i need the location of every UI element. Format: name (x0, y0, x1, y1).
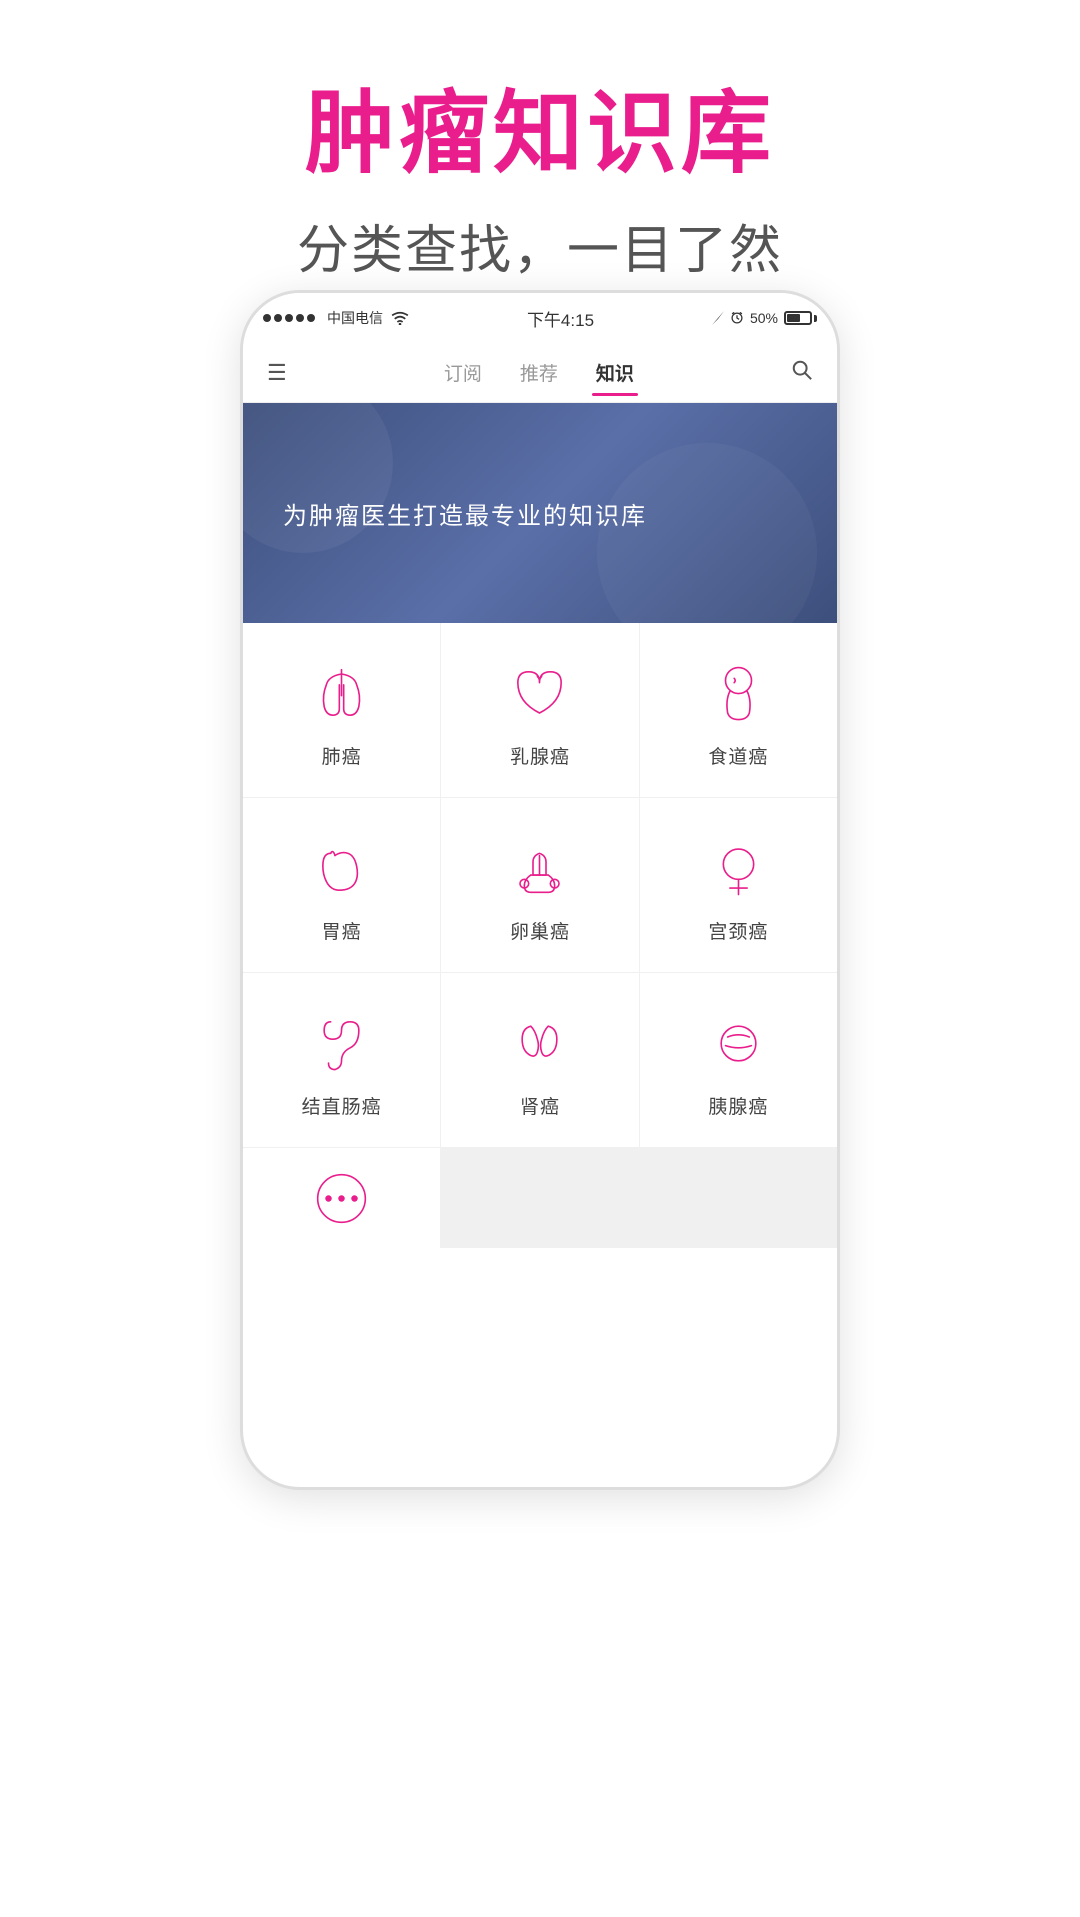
status-right: 50% (712, 310, 817, 326)
nav-tabs: 订阅 推荐 知识 (301, 351, 777, 394)
cancer-cell-kidney[interactable]: 肾癌 (441, 973, 638, 1147)
colorectal-label: 结直肠癌 (302, 1092, 382, 1119)
signal-dot-5 (307, 314, 315, 322)
kidney-icon (505, 1008, 575, 1078)
lung-icon (307, 658, 377, 728)
lung-label: 肺癌 (322, 742, 362, 769)
cervix-icon (703, 833, 773, 903)
cancer-cell-more[interactable] (243, 1148, 440, 1248)
page-title: 肿瘤知识库 (0, 80, 1080, 188)
phone-frame: 中国电信 下午4:15 50% (240, 290, 840, 1490)
page-subtitle: 分类查找，一目了然 (0, 208, 1080, 283)
tab-recommend[interactable]: 推荐 (516, 351, 562, 394)
colorectal-icon (307, 1008, 377, 1078)
cancer-cell-stomach[interactable]: 胃癌 (243, 798, 440, 972)
stomach-icon (307, 833, 377, 903)
battery-icon (784, 311, 817, 325)
status-time: 下午4:15 (527, 306, 594, 331)
cancer-cell-cervix[interactable]: 宫颈癌 (640, 798, 837, 972)
pancreas-label: 胰腺癌 (708, 1092, 768, 1119)
cancer-cell-colorectal[interactable]: 结直肠癌 (243, 973, 440, 1147)
wifi-icon (391, 311, 409, 325)
nav-bar: ☰ 订阅 推荐 知识 (243, 343, 837, 403)
ovary-label: 卵巢癌 (510, 917, 570, 944)
cancer-cell-ovary[interactable]: 卵巢癌 (441, 798, 638, 972)
cancer-cell-pancreas[interactable]: 胰腺癌 (640, 973, 837, 1147)
banner: 为肿瘤医生打造最专业的知识库 (243, 403, 837, 623)
kidney-label: 肾癌 (520, 1092, 560, 1119)
page-header: 肿瘤知识库 分类查找，一目了然 (0, 0, 1080, 323)
cancer-grid: 肺癌 乳腺癌 食道癌 (243, 623, 837, 1248)
esophagus-label: 食道癌 (708, 742, 768, 769)
signal-dot-4 (296, 314, 304, 322)
status-bar: 中国电信 下午4:15 50% (243, 293, 837, 343)
carrier-name: 中国电信 (327, 308, 383, 328)
stomach-label: 胃癌 (322, 917, 362, 944)
signal-dot-2 (274, 314, 282, 322)
breast-icon (505, 658, 575, 728)
banner-text: 为肿瘤医生打造最专业的知识库 (283, 496, 647, 531)
cancer-cell-lung[interactable]: 肺癌 (243, 623, 440, 797)
tab-subscribe[interactable]: 订阅 (440, 351, 486, 394)
status-left: 中国电信 (263, 308, 409, 328)
pancreas-icon (703, 1008, 773, 1078)
esophagus-icon (703, 658, 773, 728)
search-icon[interactable] (777, 359, 827, 387)
signal-dot-1 (263, 314, 271, 322)
signal-dot-3 (285, 314, 293, 322)
battery-percent: 50% (750, 310, 778, 326)
tab-knowledge[interactable]: 知识 (592, 351, 638, 394)
cancer-cell-esophagus[interactable]: 食道癌 (640, 623, 837, 797)
cervix-label: 宫颈癌 (708, 917, 768, 944)
alarm-icon (730, 311, 744, 325)
more-icon (307, 1166, 377, 1231)
location-icon (712, 311, 724, 325)
menu-icon[interactable]: ☰ (253, 360, 301, 386)
ovary-icon (505, 833, 575, 903)
breast-label: 乳腺癌 (510, 742, 570, 769)
cancer-cell-breast[interactable]: 乳腺癌 (441, 623, 638, 797)
signal-dots (263, 314, 315, 322)
